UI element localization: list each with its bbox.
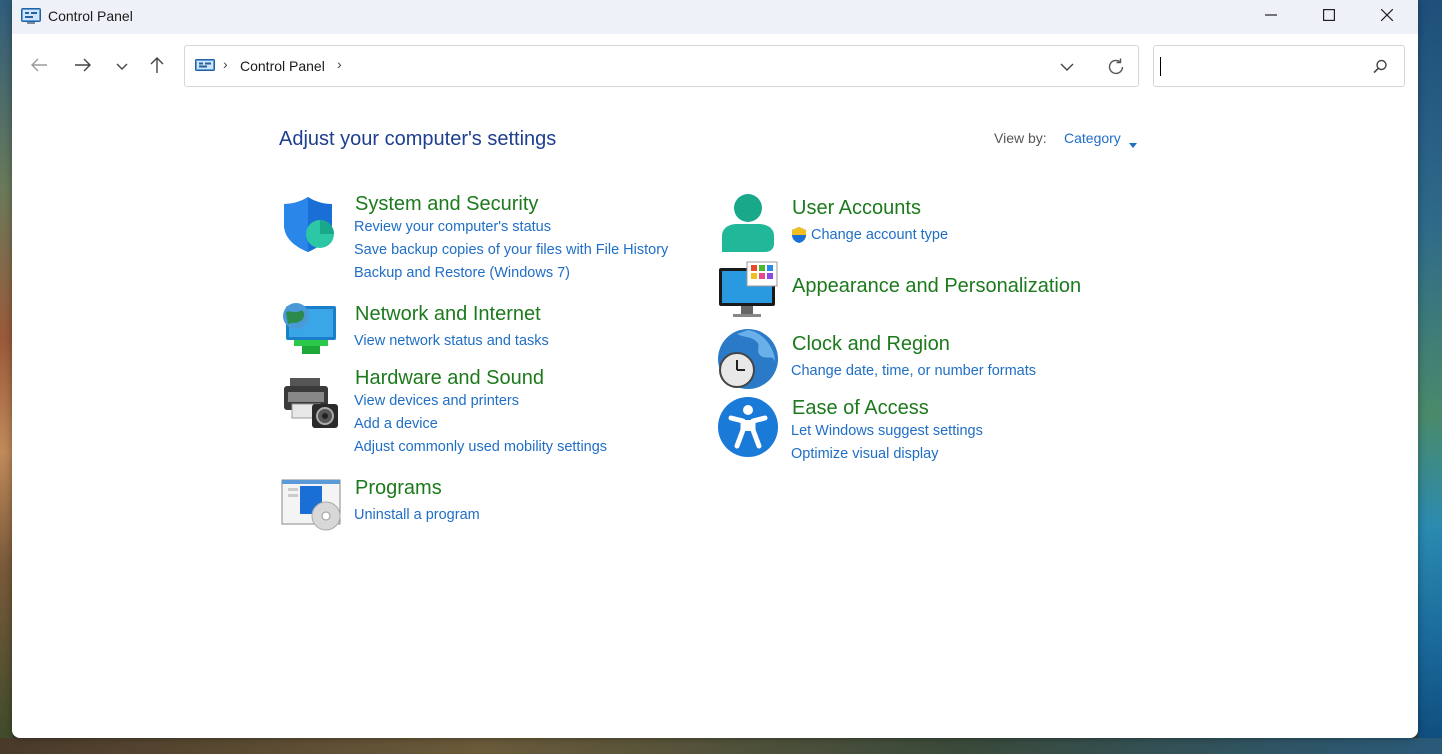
category-ease-of-access[interactable]: Ease of Access [792, 397, 929, 420]
page-title: Adjust your computer's settings [279, 128, 557, 150]
recent-locations-button[interactable] [107, 52, 137, 82]
arrow-right-icon [74, 57, 92, 78]
programs-icon[interactable] [280, 476, 342, 538]
search-input[interactable] [1153, 45, 1405, 87]
link-network-status[interactable]: View network status and tasks [354, 333, 549, 349]
minimize-icon [1265, 8, 1277, 26]
control-panel-window: Control Panel › Control Panel › Adjust y… [12, 0, 1418, 738]
desktop-wallpaper-right [1418, 0, 1442, 754]
view-by-label: View by: [994, 130, 1047, 146]
close-button[interactable] [1358, 0, 1416, 34]
text-caret [1160, 57, 1161, 76]
maximize-icon [1323, 8, 1336, 26]
up-button[interactable] [142, 52, 172, 82]
printer-icon[interactable] [280, 372, 342, 434]
control-panel-icon [195, 59, 215, 73]
category-user-accounts[interactable]: User Accounts [792, 197, 921, 220]
title-bar[interactable]: Control Panel [12, 0, 1418, 34]
breadcrumb-control-panel[interactable]: Control Panel [240, 58, 325, 74]
close-icon [1380, 8, 1394, 26]
shield-icon[interactable] [280, 194, 342, 256]
accessibility-icon[interactable] [717, 396, 779, 458]
search-icon[interactable] [1371, 58, 1389, 76]
link-suggest-settings[interactable]: Let Windows suggest settings [791, 423, 983, 439]
user-icon[interactable] [717, 192, 779, 254]
uac-shield-icon [790, 226, 808, 244]
window-title: Control Panel [48, 8, 133, 24]
category-network-internet[interactable]: Network and Internet [355, 303, 541, 326]
link-add-device[interactable]: Add a device [354, 416, 438, 432]
link-mobility-settings[interactable]: Adjust commonly used mobility settings [354, 439, 607, 455]
category-hardware-sound[interactable]: Hardware and Sound [355, 367, 544, 390]
network-icon[interactable] [280, 298, 342, 360]
minimize-button[interactable] [1242, 0, 1300, 34]
arrow-left-icon [30, 57, 48, 78]
breadcrumb-separator[interactable]: › [337, 56, 342, 72]
link-file-history[interactable]: Save backup copies of your files with Fi… [354, 242, 668, 258]
maximize-button[interactable] [1300, 0, 1358, 34]
arrow-up-icon [149, 56, 165, 79]
desktop-wallpaper-bottom [0, 738, 1442, 754]
control-panel-icon [21, 8, 41, 24]
view-by-dropdown[interactable]: Category [1064, 130, 1121, 146]
link-uninstall-program[interactable]: Uninstall a program [354, 507, 480, 523]
address-history-dropdown[interactable] [1057, 57, 1077, 77]
address-bar[interactable]: › Control Panel › [184, 45, 1139, 87]
link-backup-restore[interactable]: Backup and Restore (Windows 7) [354, 265, 570, 281]
forward-button[interactable] [68, 52, 98, 82]
link-review-status[interactable]: Review your computer's status [354, 219, 551, 235]
navigation-toolbar: › Control Panel › [12, 34, 1418, 98]
link-change-account-type[interactable]: Change account type [811, 227, 948, 243]
back-button[interactable] [24, 52, 54, 82]
category-clock-region[interactable]: Clock and Region [792, 333, 950, 356]
link-optimize-visual[interactable]: Optimize visual display [791, 446, 938, 462]
refresh-icon[interactable] [1105, 56, 1127, 78]
link-devices-printers[interactable]: View devices and printers [354, 393, 519, 409]
category-programs[interactable]: Programs [355, 477, 442, 500]
chevron-down-icon [116, 58, 128, 76]
monitor-icon[interactable] [717, 260, 779, 322]
category-system-security[interactable]: System and Security [355, 193, 538, 216]
link-date-time-formats[interactable]: Change date, time, or number formats [791, 363, 1036, 379]
breadcrumb-separator[interactable]: › [223, 56, 228, 72]
caret-down-icon[interactable] [1129, 136, 1137, 148]
clock-globe-icon[interactable] [717, 328, 779, 390]
category-appearance-personalization[interactable]: Appearance and Personalization [792, 275, 1081, 298]
